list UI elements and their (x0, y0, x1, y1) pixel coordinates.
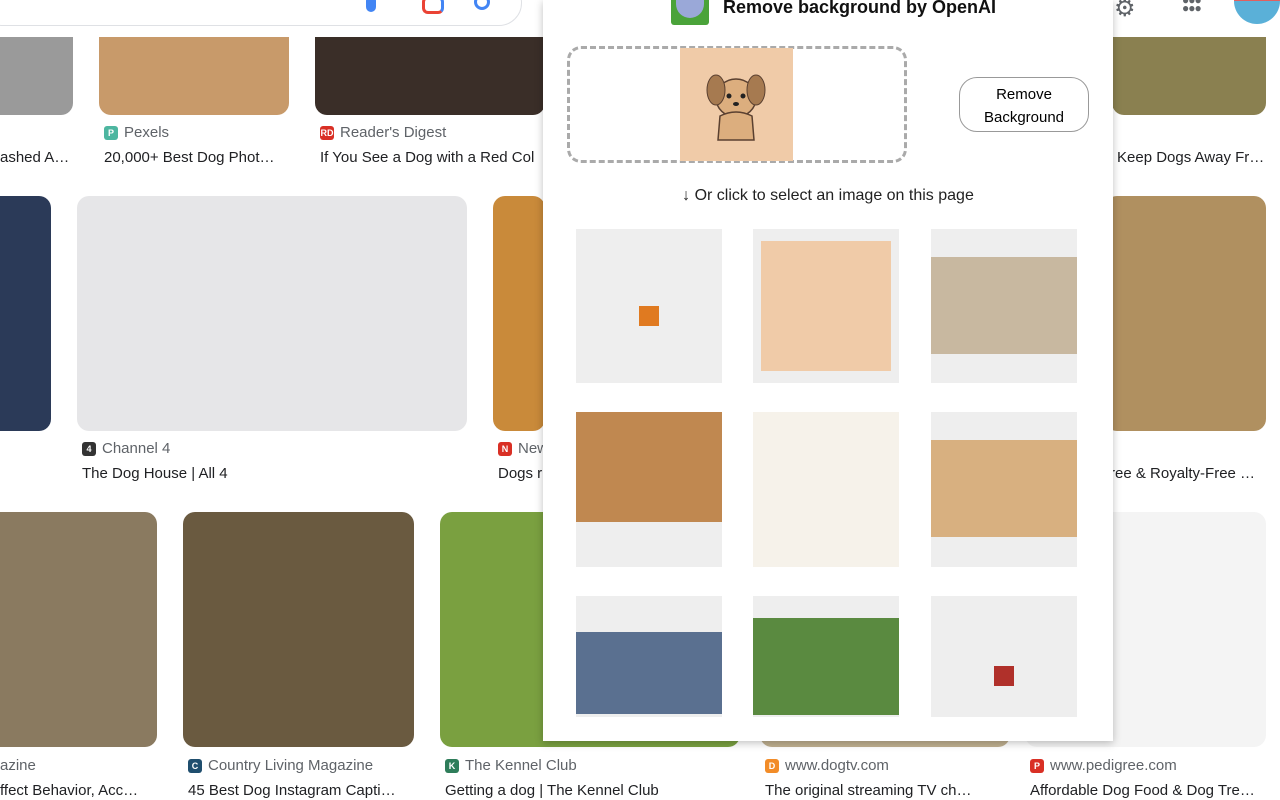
favicon-icon: P (1030, 758, 1044, 773)
result-source[interactable]: Pwww.pedigree.com (1030, 757, 1177, 774)
cartoon-puppy-thumbnail (761, 241, 891, 371)
result-image[interactable] (183, 512, 414, 747)
mic-icon[interactable] (366, 0, 376, 12)
result-title[interactable]: Getting a dog | The Kennel Club (445, 782, 659, 799)
favicon-icon: K (445, 758, 459, 773)
result-title[interactable]: ree & Royalty-Free … (1110, 465, 1255, 482)
result-title[interactable]: 45 Best Dog Instagram Capti… (188, 782, 396, 799)
result-source[interactable]: azine (0, 757, 36, 774)
man-with-dog-thumbnail (576, 632, 722, 714)
result-title[interactable]: The original streaming TV ch… (765, 782, 971, 799)
result-source[interactable]: K The Kennel Club (445, 757, 577, 774)
result-title[interactable]: Dogs r (498, 465, 542, 482)
favicon-icon: 4 (82, 441, 96, 456)
source-name: www.dogtv.com (785, 757, 889, 774)
result-source[interactable]: Dwww.dogtv.com (765, 757, 889, 774)
favicon-icon: N (498, 441, 512, 456)
result-image[interactable] (77, 196, 467, 431)
source-name: Channel 4 (102, 440, 171, 457)
page-image-option[interactable] (576, 229, 722, 383)
result-title[interactable]: If You See a Dog with a Red Col (320, 149, 534, 166)
source-name: Pexels (124, 124, 170, 141)
result-source[interactable]: RD Reader's Digest (320, 124, 446, 141)
settings-icon[interactable]: ⚙ (1114, 0, 1136, 23)
source-name: The Kennel Club (465, 757, 577, 774)
result-title[interactable]: Affordable Dog Food & Dog Tre… (1030, 782, 1255, 799)
result-image[interactable] (0, 512, 157, 747)
sl-logo-thumbnail (994, 666, 1014, 686)
selected-image-preview (680, 48, 793, 161)
small-logo-thumbnail (639, 306, 659, 326)
result-source[interactable]: 4 Channel 4 (82, 440, 170, 457)
result-title[interactable]: ashed A… (0, 149, 69, 166)
dog-eating-thumbnail (931, 257, 1077, 354)
result-image[interactable] (493, 196, 545, 431)
result-title[interactable]: 20,000+ Best Dog Phot… (104, 149, 275, 166)
result-source[interactable]: N New (498, 440, 548, 457)
retriever-puppies-thumbnail (931, 440, 1077, 537)
popup-title: Remove background by OpenAI (723, 0, 997, 17)
page-image-option[interactable] (753, 412, 899, 567)
lens-icon[interactable] (422, 0, 444, 14)
result-source[interactable]: C Country Living Magazine (188, 757, 373, 774)
result-title[interactable]: ffect Behavior, Acc… (0, 782, 138, 799)
result-source[interactable]: P Pexels (104, 124, 169, 141)
golden-retriever-thumbnail (576, 412, 722, 522)
favicon-icon: RD (320, 125, 334, 140)
avatar[interactable] (1234, 0, 1280, 24)
source-name: Reader's Digest (340, 124, 447, 141)
page-image-option[interactable] (753, 229, 899, 383)
shar-pei-thumbnail (753, 618, 899, 715)
two-puppies-thumbnail (753, 412, 899, 567)
page-image-option[interactable] (931, 229, 1077, 383)
favicon-icon: P (104, 125, 118, 140)
page-image-option[interactable] (753, 596, 899, 717)
remove-background-popup: Remove background by OpenAI Remove Backg… (543, 0, 1113, 741)
result-image[interactable] (1105, 196, 1266, 431)
page-image-option[interactable] (576, 412, 722, 567)
favicon-icon: D (765, 758, 779, 773)
remove-background-button[interactable]: Remove Background (959, 77, 1089, 132)
page-image-option[interactable] (576, 596, 722, 717)
page-image-option[interactable] (931, 596, 1077, 717)
source-name: Country Living Magazine (208, 757, 374, 774)
result-image[interactable] (0, 196, 51, 431)
result-title[interactable]: The Dog House | All 4 (82, 465, 228, 482)
apps-icon[interactable]: ●●● ●●● (1182, 0, 1202, 14)
source-name: www.pedigree.com (1050, 757, 1177, 774)
select-image-hint: ↓ Or click to select an image on this pa… (682, 187, 974, 204)
page-image-option[interactable] (931, 412, 1077, 567)
result-title[interactable]: Keep Dogs Away Fr… (1117, 149, 1264, 166)
extension-logo-icon (671, 0, 709, 25)
favicon-icon: C (188, 758, 202, 773)
source-name: azine (0, 757, 36, 774)
